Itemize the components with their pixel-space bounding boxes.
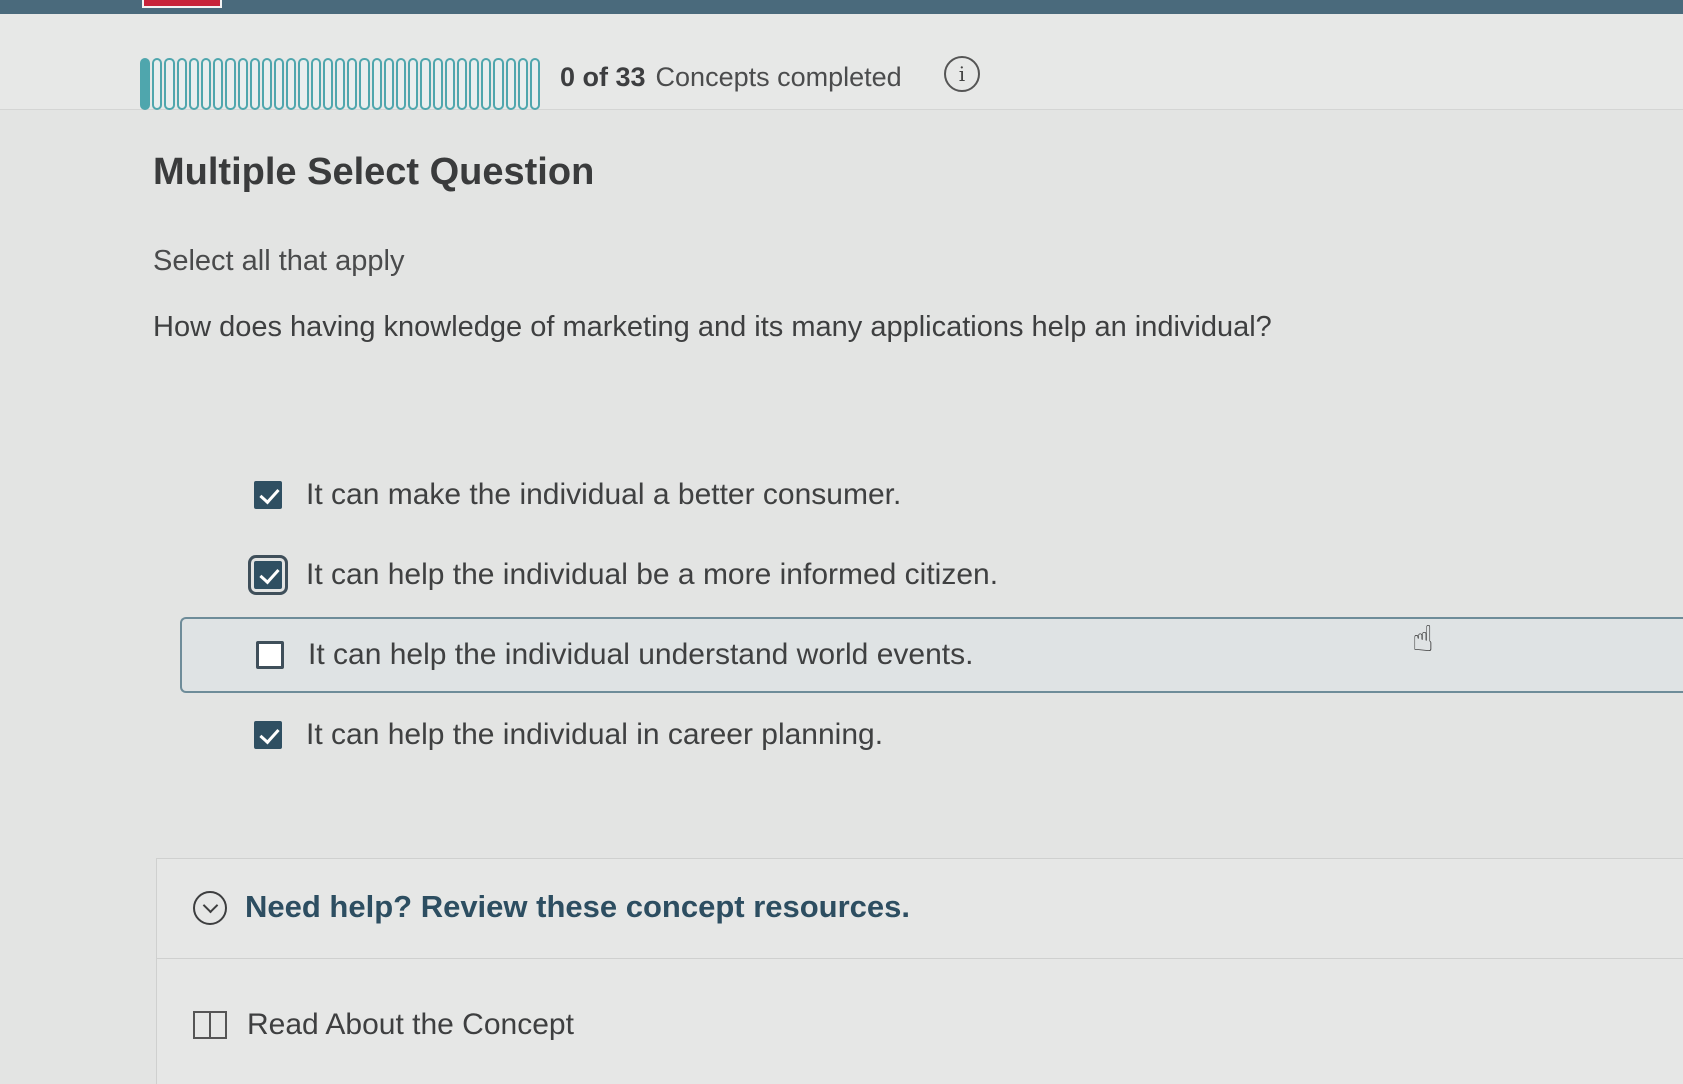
progress-segment — [347, 58, 358, 110]
progress-segment — [225, 58, 236, 110]
hand-cursor-icon: ☝ — [1412, 618, 1434, 659]
question-prompt: How does having knowledge of marketing a… — [153, 311, 1272, 343]
progress-segment — [420, 58, 431, 110]
progress-segment — [481, 58, 492, 110]
progress-segment — [432, 58, 443, 110]
progress-segment — [371, 58, 382, 110]
progress-segment — [249, 58, 260, 110]
progress-segment — [408, 58, 419, 110]
progress-segment — [383, 58, 394, 110]
chevron-down-icon — [193, 891, 227, 925]
progress-segment — [274, 58, 285, 110]
progress-segment — [335, 58, 346, 110]
progress-segment — [176, 58, 187, 110]
progress-count: 0 of 33 — [560, 62, 646, 92]
top-bar — [0, 0, 1683, 14]
checkbox-checked[interactable] — [248, 555, 288, 595]
brand-strip — [142, 0, 222, 8]
progress-segment — [213, 58, 224, 110]
checkbox-checked[interactable] — [254, 721, 282, 749]
progress-segment — [237, 58, 248, 110]
book-icon — [193, 1011, 227, 1039]
progress-segment — [517, 58, 528, 110]
read-about-concept-link[interactable]: Read About the Concept — [193, 1005, 574, 1045]
progress-segment — [505, 58, 516, 110]
progress-segment — [530, 58, 541, 110]
answer-option-3[interactable]: It can help the individual understand wo… — [180, 617, 1683, 693]
progress-header: 0 of 33 Concepts completed i — [0, 14, 1683, 110]
progress-segment — [164, 58, 175, 110]
progress-segment — [359, 58, 370, 110]
progress-segment — [395, 58, 407, 110]
answer-option-1[interactable]: It can make the individual a better cons… — [180, 457, 1683, 533]
progress-segment — [310, 58, 321, 110]
help-title: Need help? Review these concept resource… — [245, 889, 911, 924]
instructions-text: Select all that apply — [153, 245, 405, 277]
progress-segment — [469, 58, 480, 110]
progress-segment — [152, 58, 163, 110]
progress-segment — [456, 58, 468, 110]
help-resources-panel: Need help? Review these concept resource… — [156, 858, 1683, 1084]
progress-segment — [261, 58, 273, 110]
answer-option-label: It can help the individual be a more inf… — [306, 558, 999, 591]
progress-text: 0 of 33 Concepts completed — [560, 62, 902, 93]
progress-segment — [493, 58, 504, 110]
answer-option-label: It can help the individual in career pla… — [306, 718, 884, 751]
answer-option-label: It can make the individual a better cons… — [306, 478, 902, 511]
checkbox-checked[interactable] — [254, 481, 282, 509]
progress-segment — [200, 58, 212, 110]
question-type-heading: Multiple Select Question — [153, 151, 595, 193]
progress-segment — [286, 58, 297, 110]
progress-label: Concepts completed — [655, 62, 902, 92]
answer-option-4[interactable]: It can help the individual in career pla… — [180, 697, 1683, 773]
info-icon[interactable]: i — [944, 56, 980, 92]
read-about-concept-label: Read About the Concept — [247, 1008, 574, 1041]
help-toggle[interactable]: Need help? Review these concept resource… — [157, 859, 1683, 959]
progress-segment — [322, 58, 333, 110]
answer-option-2[interactable]: It can help the individual be a more inf… — [180, 537, 1683, 613]
progress-segment — [444, 58, 455, 110]
progress-segment — [188, 58, 199, 110]
checkbox-unchecked[interactable] — [256, 641, 284, 669]
progress-segment — [298, 58, 309, 110]
answer-option-label: It can help the individual understand wo… — [308, 638, 974, 671]
concept-progress-bar — [140, 58, 541, 110]
progress-segment — [140, 58, 151, 110]
